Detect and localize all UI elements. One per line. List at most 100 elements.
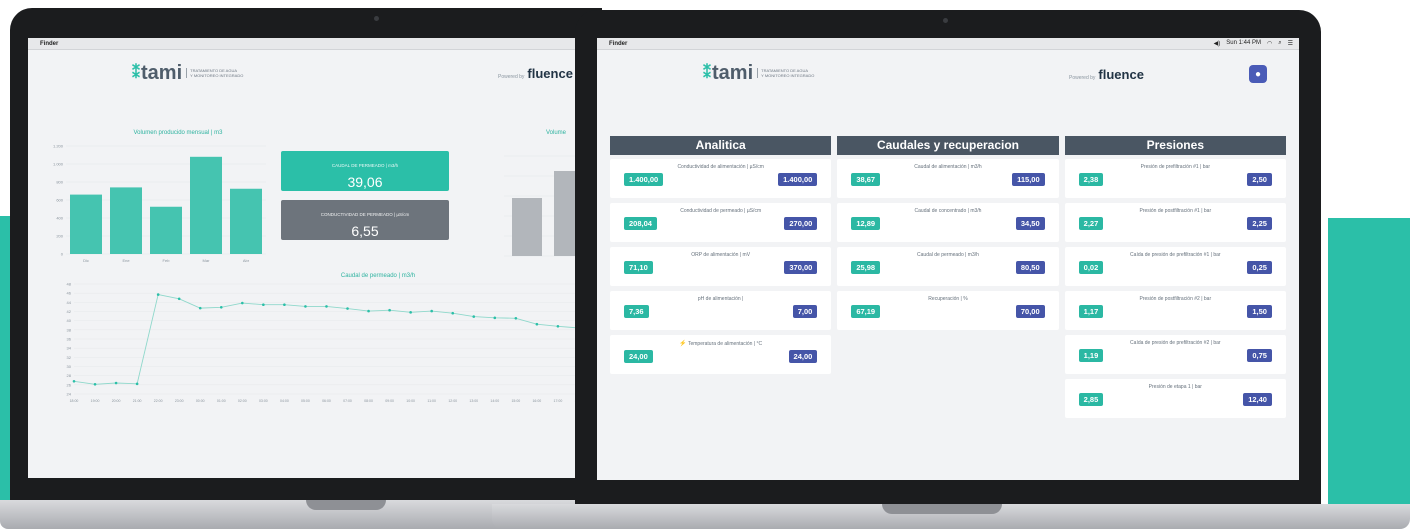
metric-label: Presión de postfiltración #1 | bar [1139,208,1212,214]
tami-logo[interactable]: ⁑ tami TRATAMIENTO DE AGUA Y MONITOREO IN… [132,62,250,85]
column-2: Presiones Presión de prefiltración #1 | b… [1064,136,1286,423]
x-tick-label: 06:00 [322,399,331,403]
logo-tagline: TRATAMIENTO DE AGUA Y MONITOREO INTEGRADO [186,68,250,78]
x-tick-label: 15:00 [511,399,520,403]
y-tick-label: 44 [67,300,72,305]
x-tick-label: 09:00 [385,399,394,403]
metric-label: Conductividad de alimentación | µS/cm [677,164,764,170]
powered-by: Powered by fluence [1069,67,1144,82]
current-value: 38,67 [851,173,881,186]
metric-card[interactable]: Presión de etapa 1 | bar 2,85 12,40 [1064,379,1286,418]
data-point [514,316,518,320]
metric-label: Caudal de permeado | m3/h [917,252,979,258]
metric-card[interactable]: Caudal de permeado | m3/h 25,98 80,50 [837,247,1059,286]
metric-card[interactable]: ⚡ Temperatura de alimentación | °C 24,00 2… [610,335,832,374]
setpoint-value: 0,25 [1247,261,1272,274]
column-0: Analitica Conductividad de alimentación |… [610,136,832,423]
y-tick-label: 40 [67,318,72,323]
tami-logo[interactable]: ⁑ tami TRATAMIENTO DE AGUA Y MONITOREO IN… [703,62,821,85]
y-tick-label: 30 [67,364,72,369]
metric-card[interactable]: pH de alimentación | 7,36 7,00 [610,291,832,330]
metric-card[interactable]: Recuperación | % 67,19 70,00 [837,291,1059,330]
y-tick-label: 36 [67,337,72,342]
metric-card[interactable]: Presión de postfiltración #2 | bar 1,17 1,… [1064,291,1286,330]
current-value: 25,98 [851,261,881,274]
data-point [177,297,181,301]
y-tick-label: 24 [67,392,72,397]
data-point [430,309,433,313]
current-value: 1.400,00 [624,173,664,186]
x-tick-label: Dic [83,258,89,263]
y-tick-label: 48 [67,282,72,287]
menubar: Finder [28,38,602,50]
current-value: 71,10 [624,261,653,274]
menubar-app[interactable]: Finder [609,41,627,47]
y-tick-label: 0 [61,252,64,257]
search-icon[interactable]: ⌕ [1278,40,1281,47]
metric-label: Conductividad de permeado | µS/cm [680,208,762,214]
bar [70,194,102,254]
current-value: 2,38 [1078,173,1104,186]
wifi-icon[interactable]: ◠ [1267,40,1272,47]
menubar-app[interactable]: Finder [40,41,58,47]
data-point [556,325,560,328]
bar-chart: 0 200 400 600 800 1.000 1.200 Dic Ene Feb Mar Abr [53,144,266,263]
metric-label: Recuperación | % [928,296,968,302]
current-value: 1,19 [1078,349,1104,362]
metric-card[interactable]: Conductividad de alimentación | µS/cm 1.4… [610,159,832,198]
current-value: 2,85 [1078,393,1104,406]
kpi-permeate-flow[interactable]: CAUDAL DE PERMEADO | m3/h 39,06 [281,151,449,191]
x-tick-label: 02:00 [238,399,247,403]
setpoint-value: 2,50 [1247,173,1272,186]
x-tick-label: 07:00 [343,399,352,403]
bar [190,156,222,254]
data-point [198,306,202,310]
y-tick-label: 600 [56,198,63,203]
x-tick-label: 00:00 [196,399,205,403]
logo-word: tami [141,61,183,84]
metric-card[interactable]: Conductividad de permeado | µS/cm 208,04 2… [610,203,832,242]
powered-by: Powered by fluence [498,66,573,81]
metric-card[interactable]: Presión de postfiltración #1 | bar 2,27 2,… [1064,203,1286,242]
metric-card[interactable]: Caudal de concentrado | m3/h 12,89 34,50 [837,203,1059,242]
laptop-base-right [492,504,1410,529]
current-value: 0,02 [1078,261,1104,274]
metric-columns: Analitica Conductividad de alimentación |… [597,136,1299,423]
metric-card[interactable]: ORP de alimentación | mV 71,10 370,00 [610,247,832,286]
metric-card[interactable]: Caudal de alimentación | m3/h 38,67 115,00 [837,159,1059,198]
metric-label: Presión de prefiltración #1 | bar [1140,164,1211,170]
column-title: Caudales y recuperacion [837,136,1059,155]
x-tick-label: 23:00 [175,399,184,403]
x-tick-label: 17:00 [554,399,563,403]
x-tick-label: Feb [163,258,171,263]
laptop-left: Finder ⁑ tami TRATAMIENTO DE AGUA Y MONIT… [10,8,602,502]
kpi-permeate-conductivity[interactable]: CONDUCTIVIDAD DE PERMEADO | µS/cm 6,55 [281,200,449,240]
setpoint-value: 270,00 [784,217,818,230]
volume-icon[interactable]: ◀) [1214,40,1221,47]
current-value: 7,36 [624,305,649,318]
metric-label: Caída de presión de prefiltración #1 | b… [1130,252,1221,258]
menubar-clock[interactable]: Sun 1:44 PM [1226,40,1261,47]
data-point [72,380,76,383]
metric-label: Presión de etapa 1 | bar [1148,384,1202,390]
setpoint-value: 80,50 [1015,261,1045,274]
person-icon: ● [1254,68,1262,80]
metric-card[interactable]: Caída de presión de prefiltración #1 | b… [1064,247,1286,286]
x-tick-label: Abr [243,258,250,263]
metric-label: ORP de alimentación | mV [691,252,751,258]
setpoint-value: 2,25 [1247,217,1272,230]
current-value: 208,04 [624,217,657,230]
metric-card[interactable]: Presión de prefiltración #1 | bar 2,38 2,5… [1064,159,1286,198]
current-value: 12,89 [851,217,881,230]
user-account-button[interactable]: ● [1249,65,1267,83]
x-tick-label: 12:00 [448,399,457,403]
x-tick-label: 20:00 [112,399,121,403]
setpoint-value: 34,50 [1015,217,1045,230]
data-point [262,303,265,307]
menu-icon[interactable]: ☰ [1288,40,1293,47]
metric-label: Presión de postfiltración #2 | bar [1139,296,1212,302]
data-point [325,305,328,308]
x-tick-label: 03:00 [259,399,268,403]
data-point [114,381,118,385]
metric-card[interactable]: Caída de presión de prefiltración #2 | b… [1064,335,1286,374]
